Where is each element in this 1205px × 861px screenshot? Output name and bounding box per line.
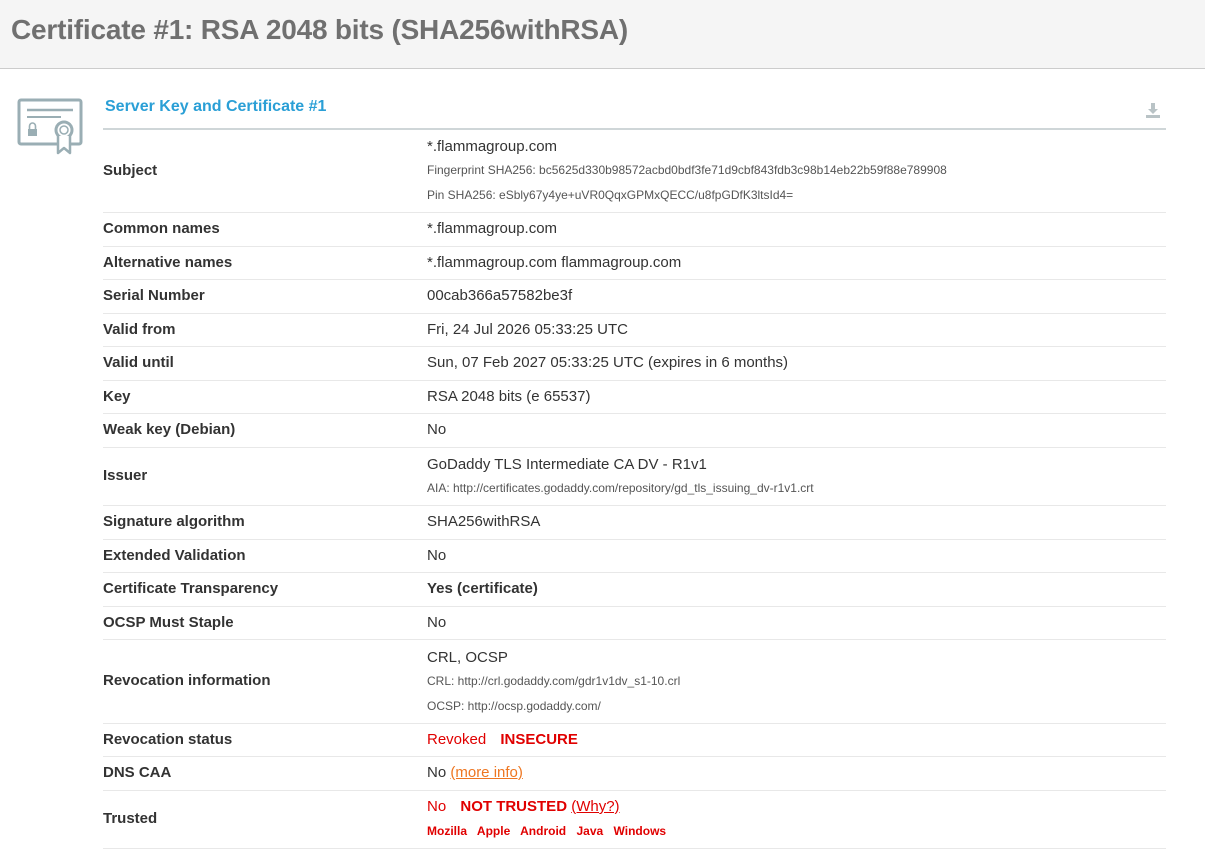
trust-store-list: Mozilla Apple Android Java Windows	[427, 822, 1166, 840]
label-signature-algorithm: Signature algorithm	[103, 505, 427, 540]
dns-caa-value: No	[427, 764, 447, 781]
row-valid-from: Valid from Fri, 24 Jul 2026 05:33:25 UTC	[103, 313, 1166, 347]
alternative-names-value: *.flammagroup.com flammagroup.com	[427, 246, 1166, 280]
serial-number-value: 00cab366a57582be3f	[427, 279, 1166, 314]
revocation-crl-url: CRL: http://crl.godaddy.com/gdr1v1dv_s1-…	[427, 673, 681, 688]
signature-algorithm-value: SHA256withRSA	[427, 505, 1166, 540]
label-common-names: Common names	[103, 212, 427, 247]
issuer-value: GoDaddy TLS Intermediate CA DV - R1v1	[427, 456, 707, 473]
label-extended-validation: Extended Validation	[103, 539, 427, 573]
label-weak-key: Weak key (Debian)	[103, 413, 427, 448]
row-key: Key RSA 2048 bits (e 65537)	[103, 380, 1166, 414]
row-weak-key: Weak key (Debian) No	[103, 413, 1166, 448]
row-dns-caa: DNS CAA No (more info)	[103, 756, 1166, 791]
subject-fingerprint: Fingerprint SHA256: bc5625d330b98572acbd…	[427, 163, 947, 178]
row-extended-validation: Extended Validation No	[103, 539, 1166, 573]
label-revocation-status: Revocation status	[103, 723, 427, 757]
row-signature-algorithm: Signature algorithm SHA256withRSA	[103, 505, 1166, 540]
label-valid-from: Valid from	[103, 313, 427, 347]
trust-store-windows: Windows	[613, 824, 667, 838]
valid-from-value: Fri, 24 Jul 2026 05:33:25 UTC	[427, 313, 1166, 347]
label-certificate-transparency: Certificate Transparency	[103, 572, 427, 607]
label-key: Key	[103, 380, 427, 414]
not-trusted-badge: NOT TRUSTED	[460, 798, 568, 815]
insecure-badge: INSECURE	[500, 730, 578, 748]
label-issuer: Issuer	[103, 447, 427, 506]
row-valid-until: Valid until Sun, 07 Feb 2027 05:33:25 UT…	[103, 346, 1166, 381]
trust-store-android: Android	[520, 824, 567, 838]
label-alternative-names: Alternative names	[103, 246, 427, 280]
page-title: Certificate #1: RSA 2048 bits (SHA256wit…	[11, 14, 629, 45]
trusted-why-link[interactable]: (Why?)	[571, 798, 619, 815]
label-ocsp-must-staple: OCSP Must Staple	[103, 606, 427, 640]
common-names-value: *.flammagroup.com	[427, 212, 1166, 247]
label-valid-until: Valid until	[103, 346, 427, 381]
section-title: Server Key and Certificate #1	[105, 98, 327, 115]
weak-key-value: No	[427, 413, 1166, 448]
row-alternative-names: Alternative names *.flammagroup.com flam…	[103, 246, 1166, 280]
row-subject: Subject *.flammagroup.com Fingerprint SH…	[103, 130, 1166, 213]
valid-until-value: Sun, 07 Feb 2027 05:33:25 UTC (expires i…	[427, 346, 1166, 381]
trust-store-apple: Apple	[476, 824, 511, 838]
key-value: RSA 2048 bits (e 65537)	[427, 380, 1166, 414]
row-revocation-status: Revocation status Revoked INSECURE	[103, 723, 1166, 757]
trust-store-java: Java	[576, 824, 604, 838]
certificate-icon	[17, 98, 83, 155]
certificate-transparency-value: Yes (certificate)	[427, 572, 1166, 607]
issuer-aia: AIA: http://certificates.godaddy.com/rep…	[427, 481, 814, 495]
row-ocsp-must-staple: OCSP Must Staple No	[103, 606, 1166, 640]
subject-pin: Pin SHA256: eSbly67y4ye+uVR0QqxGPMxQECC/…	[427, 188, 794, 203]
trusted-value: No	[427, 798, 447, 815]
row-revocation-information: Revocation information CRL, OCSP CRL: ht…	[103, 639, 1166, 724]
certificate-details-table: Subject *.flammagroup.com Fingerprint SH…	[103, 130, 1166, 849]
revocation-information-value: CRL, OCSP	[427, 648, 508, 666]
row-serial-number: Serial Number 00cab366a57582be3f	[103, 279, 1166, 314]
label-serial-number: Serial Number	[103, 279, 427, 314]
label-trusted: Trusted	[103, 790, 427, 849]
label-dns-caa: DNS CAA	[103, 756, 427, 791]
row-common-names: Common names *.flammagroup.com	[103, 212, 1166, 247]
download-icon[interactable]	[1145, 102, 1161, 118]
label-revocation-information: Revocation information	[103, 639, 427, 724]
row-certificate-transparency: Certificate Transparency Yes (certificat…	[103, 572, 1166, 607]
ocsp-must-staple-value: No	[427, 606, 1166, 640]
dns-caa-more-info-link[interactable]: (more info)	[450, 764, 523, 781]
trust-store-mozilla: Mozilla	[427, 824, 468, 838]
row-trusted: Trusted No NOT TRUSTED (Why?) Mozilla Ap…	[103, 790, 1166, 849]
revocation-status-value: Revoked	[427, 730, 487, 748]
row-issuer: Issuer GoDaddy TLS Intermediate CA DV - …	[103, 447, 1166, 506]
revocation-ocsp-url: OCSP: http://ocsp.godaddy.com/	[427, 698, 601, 713]
page-header: Certificate #1: RSA 2048 bits (SHA256wit…	[0, 0, 1205, 69]
label-subject: Subject	[103, 130, 427, 213]
extended-validation-value: No	[427, 539, 1166, 573]
subject-value: *.flammagroup.com	[427, 138, 558, 156]
